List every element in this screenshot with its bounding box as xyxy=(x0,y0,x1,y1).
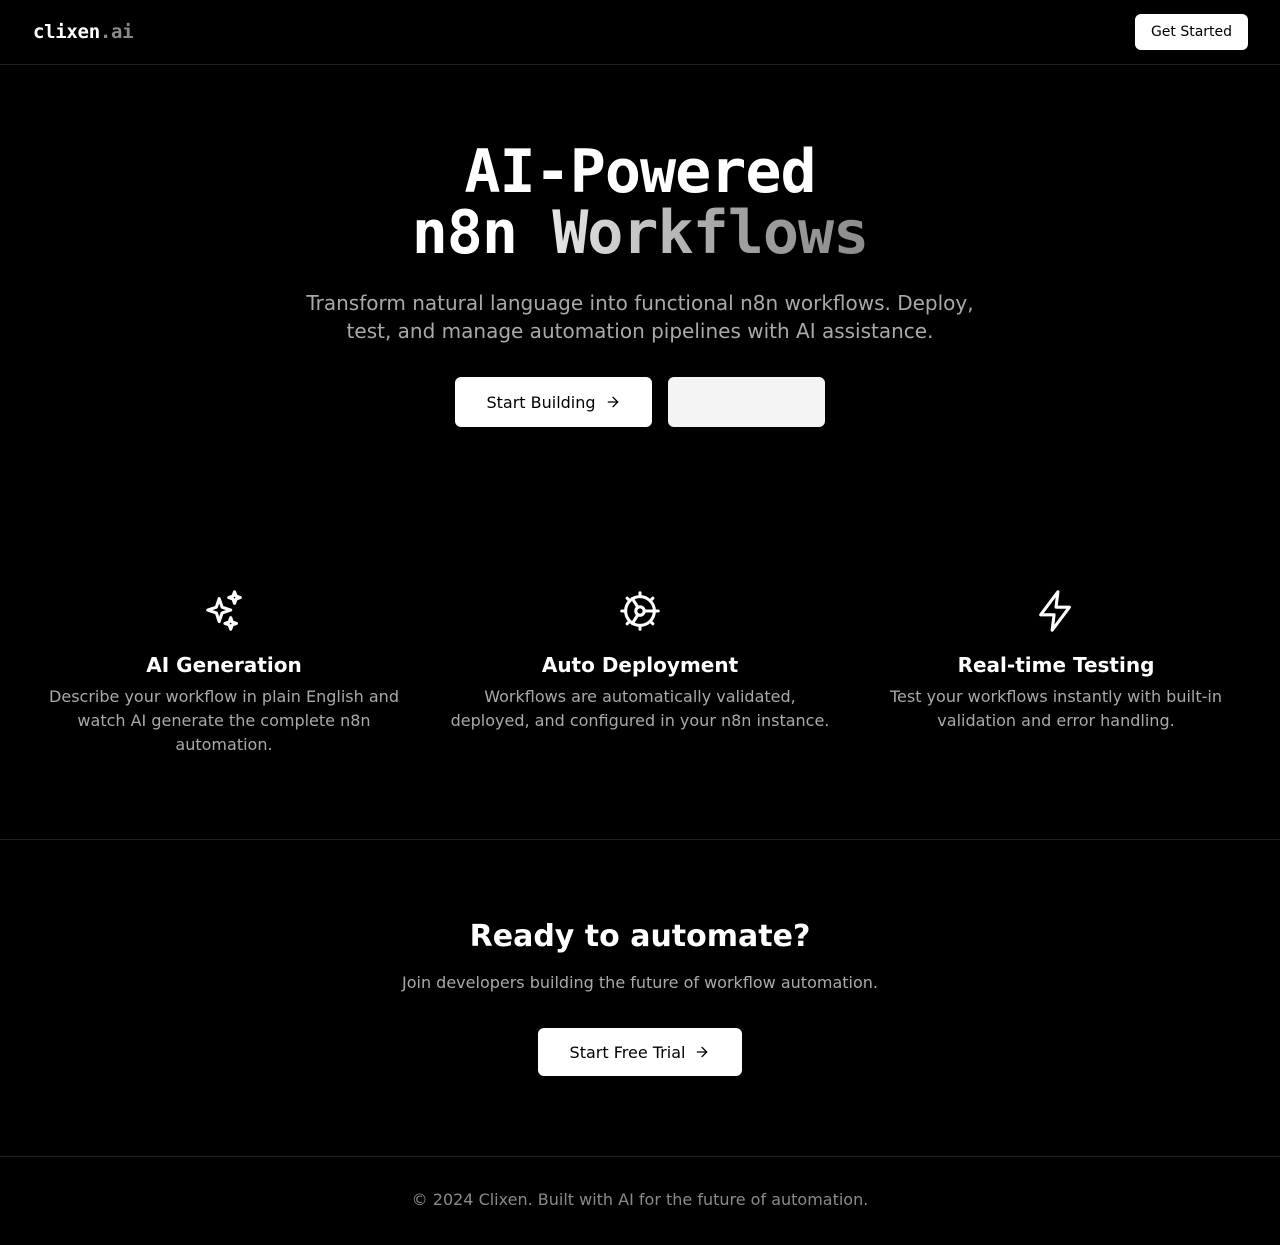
sparkles-icon xyxy=(34,588,414,634)
logo-main: clixen xyxy=(33,21,100,43)
start-building-label: Start Building xyxy=(486,392,596,412)
logo-suffix: .ai xyxy=(99,21,134,43)
feature-realtime-testing: Real-time Testing Test your workflows in… xyxy=(866,588,1246,733)
feature-description: Workflows are automatically validated, d… xyxy=(450,687,830,730)
arrow-right-icon xyxy=(605,394,621,410)
feature-description: Test your workflows instantly with built… xyxy=(889,687,1222,730)
hero-title-line1: AI-Powered xyxy=(464,137,816,207)
logo[interactable]: clixen.ai xyxy=(33,19,134,45)
hero-title-workflows: Workflows xyxy=(552,198,869,268)
zap-icon xyxy=(866,588,1246,634)
hero-title-line2: n8n Workflows xyxy=(0,203,1280,264)
feature-title: Real-time Testing xyxy=(957,653,1155,677)
start-building-button[interactable]: Start Building xyxy=(455,377,652,427)
hero-subtitle: Transform natural language into function… xyxy=(306,291,974,343)
top-navbar: clixen.ai Get Started xyxy=(0,0,1280,65)
view-demo-label: View Demo xyxy=(701,392,792,412)
arrow-right-icon xyxy=(694,1044,710,1060)
start-free-trial-label: Start Free Trial xyxy=(569,1042,686,1062)
feature-ai-generation: AI Generation Describe your workflow in … xyxy=(34,588,414,757)
cta-subtitle: Join developers building the future of w… xyxy=(402,973,878,992)
view-demo-button[interactable]: View Demo xyxy=(668,377,825,427)
cog-icon xyxy=(450,588,830,634)
feature-auto-deployment: Auto Deployment Workflows are automatica… xyxy=(450,588,830,733)
feature-title: AI Generation xyxy=(146,653,302,677)
get-started-button[interactable]: Get Started xyxy=(1135,14,1248,50)
start-free-trial-button[interactable]: Start Free Trial xyxy=(538,1028,742,1076)
hero-title-n8n: n8n xyxy=(411,198,518,268)
footer-divider xyxy=(0,1156,1280,1157)
footer-copyright: © 2024 Clixen. Built with AI for the fut… xyxy=(411,1190,869,1209)
hero-title: AI-Powered n8n Workflows xyxy=(0,142,1280,264)
feature-title: Auto Deployment xyxy=(541,653,739,677)
section-divider xyxy=(0,839,1280,840)
cta-title: Ready to automate? xyxy=(469,919,811,954)
feature-description: Describe your workflow in plain English … xyxy=(49,687,399,754)
